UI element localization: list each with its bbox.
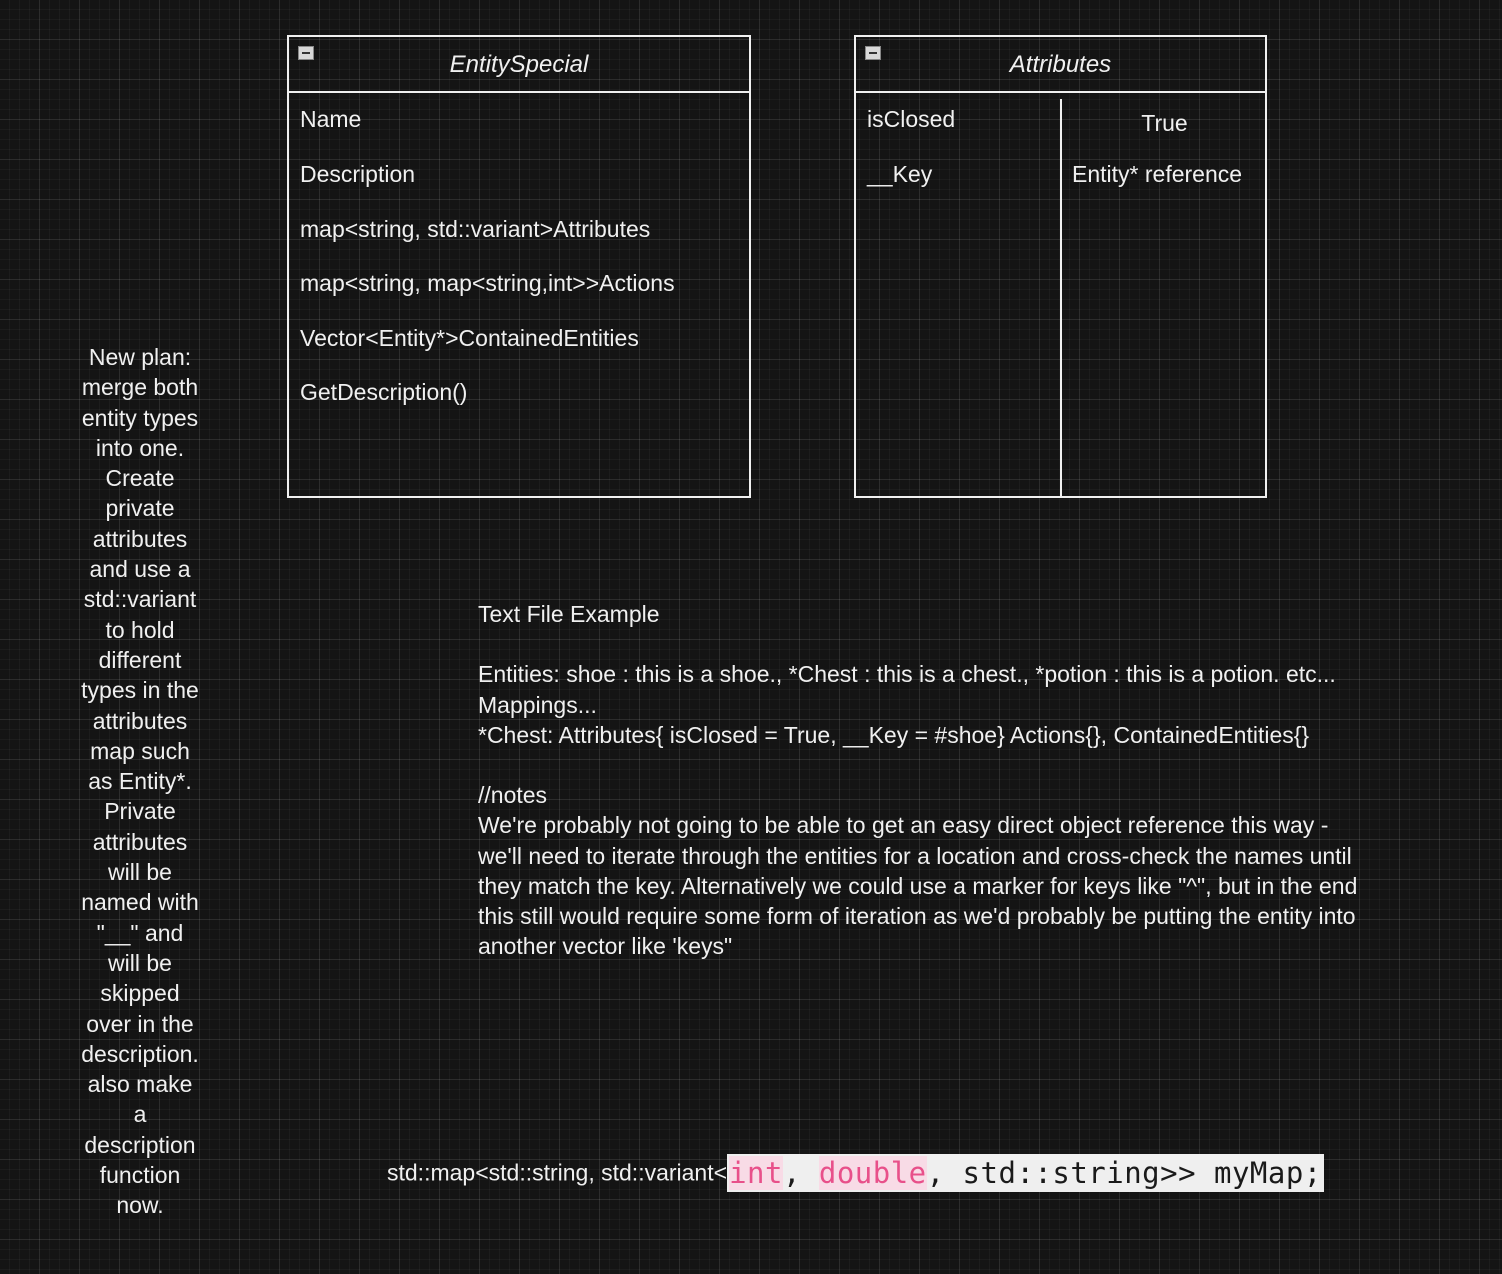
- code-rest: , std::string>> myMap;: [926, 1156, 1322, 1190]
- side-note-line: merge both: [81, 374, 199, 401]
- code-prefix: std::map<std::string, std::variant<: [387, 1159, 728, 1186]
- column-divider: [1060, 99, 1062, 496]
- entity-special-title: EntitySpecial: [449, 51, 589, 78]
- code-snippet[interactable]: std::map<std::string, std::variant<int, …: [387, 1154, 1324, 1192]
- attributes-title: Attributes: [1009, 51, 1112, 78]
- attribute-row[interactable]: map<string, map<string,int>>Actions: [300, 270, 675, 297]
- notes-line: another vector like 'keys": [478, 933, 733, 960]
- side-note-line: to hold: [105, 616, 175, 643]
- attributes-header: Attributes: [856, 37, 1265, 93]
- side-note-line: description.: [81, 1040, 199, 1067]
- notes-line: they match the key. Alternatively we cou…: [478, 872, 1358, 899]
- code-separator: ,: [782, 1156, 819, 1190]
- side-note-line: will be: [108, 949, 172, 976]
- code-keyword-double: double: [818, 1156, 927, 1190]
- side-note-line: description: [84, 1131, 196, 1158]
- text-file-line: Entities: shoe : this is a shoe., *Chest…: [478, 661, 1336, 688]
- code-block: int, double, std::string>> myMap;: [727, 1154, 1324, 1192]
- side-note-line: and use a: [89, 556, 191, 583]
- attribute-row[interactable]: Name: [300, 106, 361, 133]
- side-note-line: a: [133, 1101, 147, 1128]
- entity-special-header: EntitySpecial: [289, 37, 749, 93]
- side-note-line: function: [99, 1162, 181, 1189]
- side-note-line: as Entity*.: [88, 768, 192, 795]
- notes-line: we'll need to iterate through the entiti…: [478, 842, 1352, 869]
- text-file-line: Mappings...: [478, 691, 597, 718]
- side-note-line: entity types: [81, 404, 199, 431]
- attribute-row[interactable]: GetDescription(): [300, 379, 467, 406]
- side-note-line: New plan:: [88, 344, 192, 370]
- side-note-line: Private: [104, 798, 176, 825]
- text-file-line: *Chest: Attributes{ isClosed = True, __K…: [478, 721, 1310, 748]
- side-note-line: named with: [81, 889, 199, 916]
- notes-line: this still would require some form of it…: [478, 903, 1356, 929]
- attribute-key[interactable]: isClosed: [867, 106, 955, 133]
- text-file-heading: Text File Example: [478, 601, 660, 627]
- side-note-line: also make: [87, 1071, 193, 1098]
- side-note-line: private: [105, 495, 175, 522]
- side-note-line: types in the: [81, 677, 199, 704]
- attribute-row[interactable]: Vector<Entity*>ContainedEntities: [300, 325, 639, 352]
- side-note-line: over in the: [86, 1010, 194, 1037]
- notes-line: We're probably not going to be able to g…: [478, 812, 1329, 839]
- side-note[interactable]: New plan: merge both entity types into o…: [66, 342, 214, 1221]
- side-note-line: will be: [108, 859, 172, 886]
- side-note-line: attributes: [92, 707, 188, 734]
- entity-special-box[interactable]: EntitySpecial Name Description map<strin…: [287, 35, 751, 498]
- side-note-line: std::variant: [83, 586, 197, 613]
- side-note-line: "__" and: [96, 919, 184, 946]
- side-note-line: into one.: [95, 434, 185, 461]
- side-note-line: attributes: [92, 525, 188, 552]
- side-note-line: skipped: [100, 980, 180, 1007]
- attribute-value[interactable]: Entity* reference: [1072, 161, 1242, 188]
- attribute-key[interactable]: __Key: [867, 161, 932, 188]
- attribute-value[interactable]: True: [1062, 110, 1267, 137]
- attribute-row[interactable]: Description: [300, 161, 415, 188]
- code-keyword-int: int: [729, 1156, 783, 1190]
- side-note-line: Create: [105, 465, 175, 492]
- side-note-line: attributes: [92, 828, 188, 855]
- side-note-line: now.: [116, 1192, 164, 1219]
- attributes-box[interactable]: Attributes isClosed __Key True Entity* r…: [854, 35, 1267, 498]
- attribute-row[interactable]: map<string, std::variant>Attributes: [300, 216, 650, 243]
- side-note-line: map such: [90, 737, 190, 764]
- notes-heading: //notes: [478, 782, 548, 809]
- side-note-line: different: [98, 646, 182, 673]
- text-file-example[interactable]: Text File Example Entities: shoe : this …: [478, 599, 1357, 961]
